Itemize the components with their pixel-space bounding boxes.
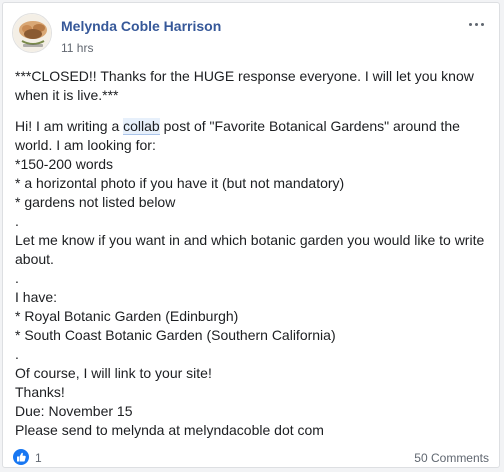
post-text: Hi! I am writing a [15, 118, 124, 134]
post-line: when it is live.*** [15, 87, 119, 103]
more-options-icon[interactable] [465, 16, 487, 32]
post-line: *150-200 words [15, 156, 114, 172]
post-line: * South Coast Botanic Garden (Southern C… [15, 327, 336, 343]
post-line: about. [15, 251, 54, 267]
thumbs-up-icon [17, 452, 26, 462]
post-line: Let me know if you want in and which bot… [15, 232, 485, 248]
post-line: . [15, 270, 19, 286]
post-line: * a horizontal photo if you have it (but… [15, 175, 345, 191]
post-line: ***CLOSED!! Thanks for the HUGE response… [15, 68, 474, 84]
collab-highlight[interactable]: collab [123, 118, 160, 135]
post-line: . [15, 346, 19, 362]
post-line: Please send to melynda at melyndacoble d… [15, 422, 324, 438]
dot [468, 22, 472, 26]
avatar-image [13, 14, 51, 52]
post-line: Thanks! [15, 384, 65, 400]
dot [480, 22, 484, 26]
author-avatar[interactable] [12, 13, 52, 53]
dot [474, 22, 478, 26]
post-line: Hi! I am writing a collab post of "Favor… [15, 117, 487, 136]
author-name-link[interactable]: Melynda Coble Harrison [61, 18, 221, 34]
reaction-count[interactable]: 1 [35, 451, 42, 465]
comments-count-link[interactable]: 50 Comments [414, 451, 489, 465]
post-line: world. I am looking for: [15, 137, 156, 153]
post-line: Of course, I will link to your site! [15, 365, 212, 381]
like-reaction-icon[interactable] [13, 449, 29, 465]
post-line: Due: November 15 [15, 403, 133, 419]
post-text: post of "Favorite Botanical Gardens" aro… [159, 118, 460, 134]
post-footer: 1 50 Comments [13, 447, 491, 467]
post-card: Melynda Coble Harrison 11 hrs ***CLOSED!… [2, 2, 500, 468]
post-line: I have: [15, 289, 58, 305]
post-timestamp[interactable]: 11 hrs [61, 41, 93, 55]
post-line: * Royal Botanic Garden (Edinburgh) [15, 308, 239, 324]
post-line: . [15, 213, 19, 229]
post-header: Melynda Coble Harrison 11 hrs [11, 12, 491, 56]
post-body: ***CLOSED!! Thanks for the HUGE response… [15, 67, 487, 440]
post-line: * gardens not listed below [15, 194, 176, 210]
